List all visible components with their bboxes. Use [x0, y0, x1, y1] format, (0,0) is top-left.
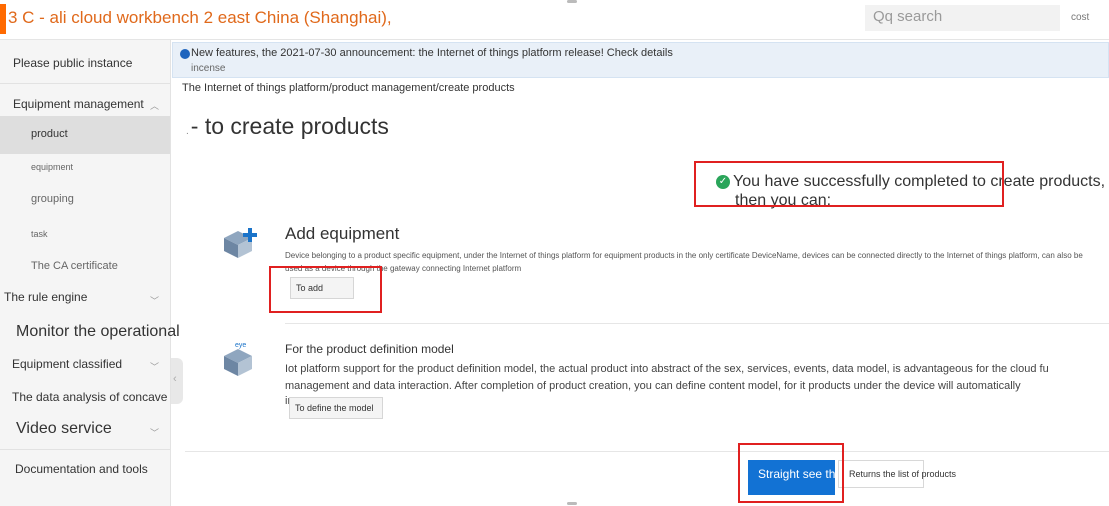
page-title-text: - to create products: [190, 113, 389, 139]
sidebar-item-label: Video service: [16, 420, 112, 437]
section-divider: [185, 451, 1109, 452]
workbench-title[interactable]: 3 C - ali cloud workbench 2 east China (…: [8, 8, 392, 28]
chevron-down-icon: ﹀: [150, 296, 160, 306]
sidebar-item-task[interactable]: task: [0, 229, 170, 247]
sidebar-item-monitor[interactable]: Monitor the operational: [0, 323, 180, 345]
sidebar-item-equipment-classified[interactable]: Equipment classified ﹀: [0, 357, 170, 377]
sidebar-item-ca-certificate[interactable]: The CA certificate: [0, 260, 170, 278]
sidebar-item-label: The rule engine: [4, 290, 88, 304]
sidebar-item-documentation[interactable]: Documentation and tools: [0, 462, 170, 482]
page-title: .- to create products: [186, 113, 389, 140]
sidebar-item-label: Equipment classified: [12, 357, 123, 371]
sidebar-item-public-instance[interactable]: Please public instance: [0, 56, 170, 76]
scroll-indicator-top: [567, 0, 577, 3]
highlight-box: [269, 266, 382, 313]
sidebar-item-data-analysis[interactable]: The data analysis of concave: [0, 390, 170, 410]
return-to-list-button[interactable]: Returns the list of products: [838, 460, 956, 488]
sidebar-item-equipment-management[interactable]: Equipment management ︿: [0, 97, 170, 117]
model-icon-label: eye: [235, 342, 247, 349]
define-model-title: For the product definition model: [285, 342, 454, 356]
model-definition-icon: eye: [220, 340, 262, 378]
chevron-down-icon: ﹀: [150, 428, 160, 438]
brand-logo[interactable]: [0, 4, 6, 34]
highlight-box: [694, 161, 1004, 207]
sidebar-divider: [0, 449, 170, 450]
breadcrumb[interactable]: The Internet of things platform/product …: [182, 82, 515, 94]
sidebar-item-video-service[interactable]: Video service ﹀: [0, 420, 170, 444]
sidebar-item-label: Equipment management: [13, 97, 144, 111]
sidebar-item-label: Documentation and tools: [15, 462, 148, 476]
search-placeholder: Qq search: [873, 8, 943, 25]
sidebar-item-product[interactable]: product: [0, 116, 170, 154]
chevron-left-icon: ‹: [173, 373, 177, 385]
sidebar-divider: [0, 83, 170, 84]
define-model-button[interactable]: To define the model: [289, 397, 383, 419]
chevron-up-icon: ︿: [150, 101, 160, 111]
sidebar: Please public instance Equipment managem…: [0, 40, 180, 506]
sidebar-item-label: Please public instance: [13, 56, 133, 70]
scroll-indicator-bottom: [567, 502, 577, 505]
sidebar-item-grouping[interactable]: grouping: [0, 193, 170, 211]
add-equipment-description: Device belonging to a product specific e…: [285, 251, 1083, 273]
add-equipment-title: Add equipment: [285, 224, 400, 243]
sidebar-item-label: equipment: [31, 162, 74, 172]
add-device-icon: [220, 224, 262, 262]
define-model-line-2: management and data interaction. After c…: [285, 380, 1021, 392]
chevron-down-icon: ﹀: [150, 362, 160, 372]
top-bar: 3 C - ali cloud workbench 2 east China (…: [0, 0, 1109, 40]
sidebar-collapse-handle[interactable]: ‹: [171, 358, 183, 404]
info-icon: [180, 49, 190, 59]
sidebar-item-label: grouping: [31, 193, 74, 205]
announcement-banner: New features, the 2021-07-30 announcemen…: [172, 42, 1109, 78]
define-model-line-1: Iot platform support for the product def…: [285, 363, 1049, 375]
announcement-text[interactable]: New features, the 2021-07-30 announcemen…: [191, 47, 673, 59]
sidebar-item-equipment[interactable]: equipment: [0, 162, 170, 180]
sidebar-item-rule-engine[interactable]: The rule engine ﹀: [0, 290, 170, 310]
sidebar-item-label: product: [31, 128, 68, 140]
sidebar-item-label: task: [31, 229, 48, 239]
cost-link[interactable]: cost: [1071, 12, 1089, 23]
highlight-box: [738, 443, 844, 503]
sidebar-item-label: The data analysis of concave: [12, 390, 168, 404]
sidebar-item-label: The CA certificate: [31, 260, 118, 272]
search-input[interactable]: Qq search: [865, 5, 1060, 31]
announcement-subtext: incense: [191, 63, 226, 74]
page-title-prefix: .: [186, 126, 189, 137]
section-divider: [285, 323, 1109, 324]
sidebar-item-label: Monitor the operational: [16, 323, 180, 340]
